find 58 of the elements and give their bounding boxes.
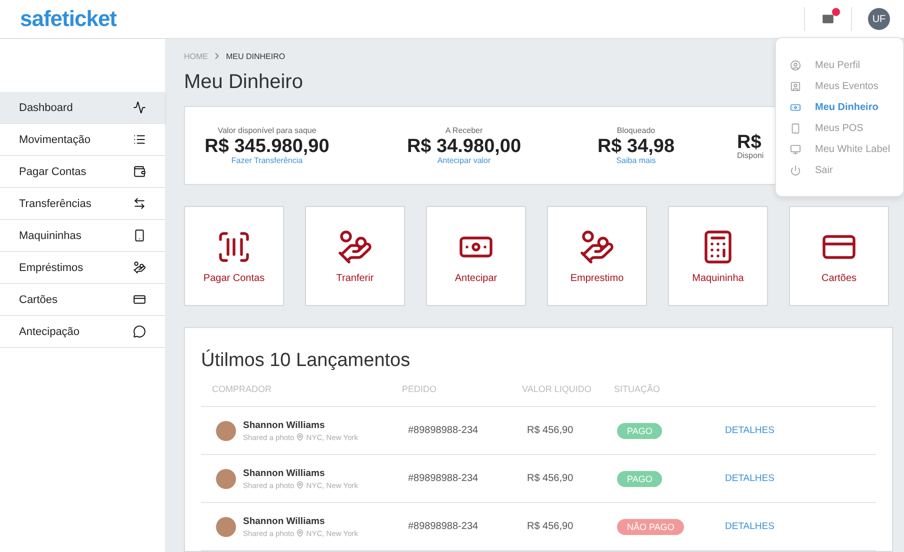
pin-icon	[296, 481, 304, 489]
mail-icon[interactable]	[821, 12, 835, 26]
balance-value: R$ 34.980,00	[406, 137, 522, 157]
column-header: SITUAÇÃO	[603, 384, 725, 407]
status-badge: PAGO	[617, 470, 662, 486]
avatar-placeholder	[216, 516, 236, 536]
amount: R$ 456,90	[527, 521, 574, 532]
shortcut-tile[interactable]: Pagar Contas	[184, 206, 284, 306]
breadcrumb-link[interactable]: MEU DINHEIRO	[226, 52, 286, 60]
order-number: #89898988-234	[408, 473, 478, 484]
column-header: PEDIDO	[391, 384, 511, 407]
avatar-placeholder	[216, 420, 236, 440]
sidebar-item[interactable]: Dashboard	[0, 92, 165, 124]
panel-title: Útilmos 10 Lançamentos	[201, 350, 412, 372]
id-badge-icon	[790, 81, 801, 92]
banknote-icon	[790, 102, 801, 113]
hand-coin-icon	[133, 261, 146, 274]
shortcut-tile[interactable]: Emprestimo	[547, 206, 647, 306]
phone-icon	[133, 229, 146, 242]
card-icon	[133, 293, 146, 306]
shortcut-tile[interactable]: Cartões	[789, 206, 889, 306]
order-number: #89898988-234	[408, 425, 478, 436]
buyer-name: Shannon Williams	[243, 468, 326, 478]
balance-value: R$ 34,98	[597, 137, 675, 157]
balance-label: A Receber	[445, 126, 483, 136]
user-avatar[interactable]: UF	[868, 8, 890, 30]
power-icon	[790, 165, 801, 176]
amount: R$ 456,90	[527, 425, 574, 436]
wallet-icon	[133, 165, 146, 178]
status-badge: NÃO PAGO	[617, 518, 684, 534]
hand-coin-icon	[337, 228, 373, 264]
amount: R$ 456,90	[527, 473, 574, 484]
user-circle-icon	[790, 60, 801, 71]
balance-value: R$	[737, 132, 762, 152]
page-title: Meu Dinheiro	[184, 71, 303, 94]
status-badge: PAGO	[617, 422, 662, 438]
hand-coin-icon	[579, 228, 615, 264]
column-header: COMPRADOR	[201, 384, 391, 407]
shortcut-tile[interactable]: Antecipar	[426, 206, 526, 306]
column-header: VALOR LIQUIDO	[511, 384, 603, 407]
shortcut-tile[interactable]: Tranferir	[305, 206, 405, 306]
pulse-icon	[133, 101, 146, 114]
arrows-icon	[133, 197, 146, 210]
buyer-name: Shannon Williams	[243, 516, 326, 526]
balance-note: Disponi	[737, 152, 764, 160]
chat-bubble-icon	[133, 325, 146, 338]
balance-label: Bloqueado	[616, 126, 656, 136]
monitor-icon	[790, 144, 801, 155]
balance-link[interactable]: Antecipar valor	[437, 156, 491, 165]
order-number: #89898988-234	[408, 521, 478, 532]
pin-icon	[296, 529, 304, 537]
balance-value: R$ 345.980,90	[204, 137, 330, 157]
balance-label: Valor disponível para saque	[218, 126, 316, 136]
avatar-placeholder	[216, 468, 236, 488]
pin-icon	[296, 433, 304, 441]
shortcut-tile[interactable]: Maquininha	[668, 206, 768, 306]
buyer-name: Shannon Williams	[243, 420, 326, 430]
phone-icon	[790, 123, 801, 134]
